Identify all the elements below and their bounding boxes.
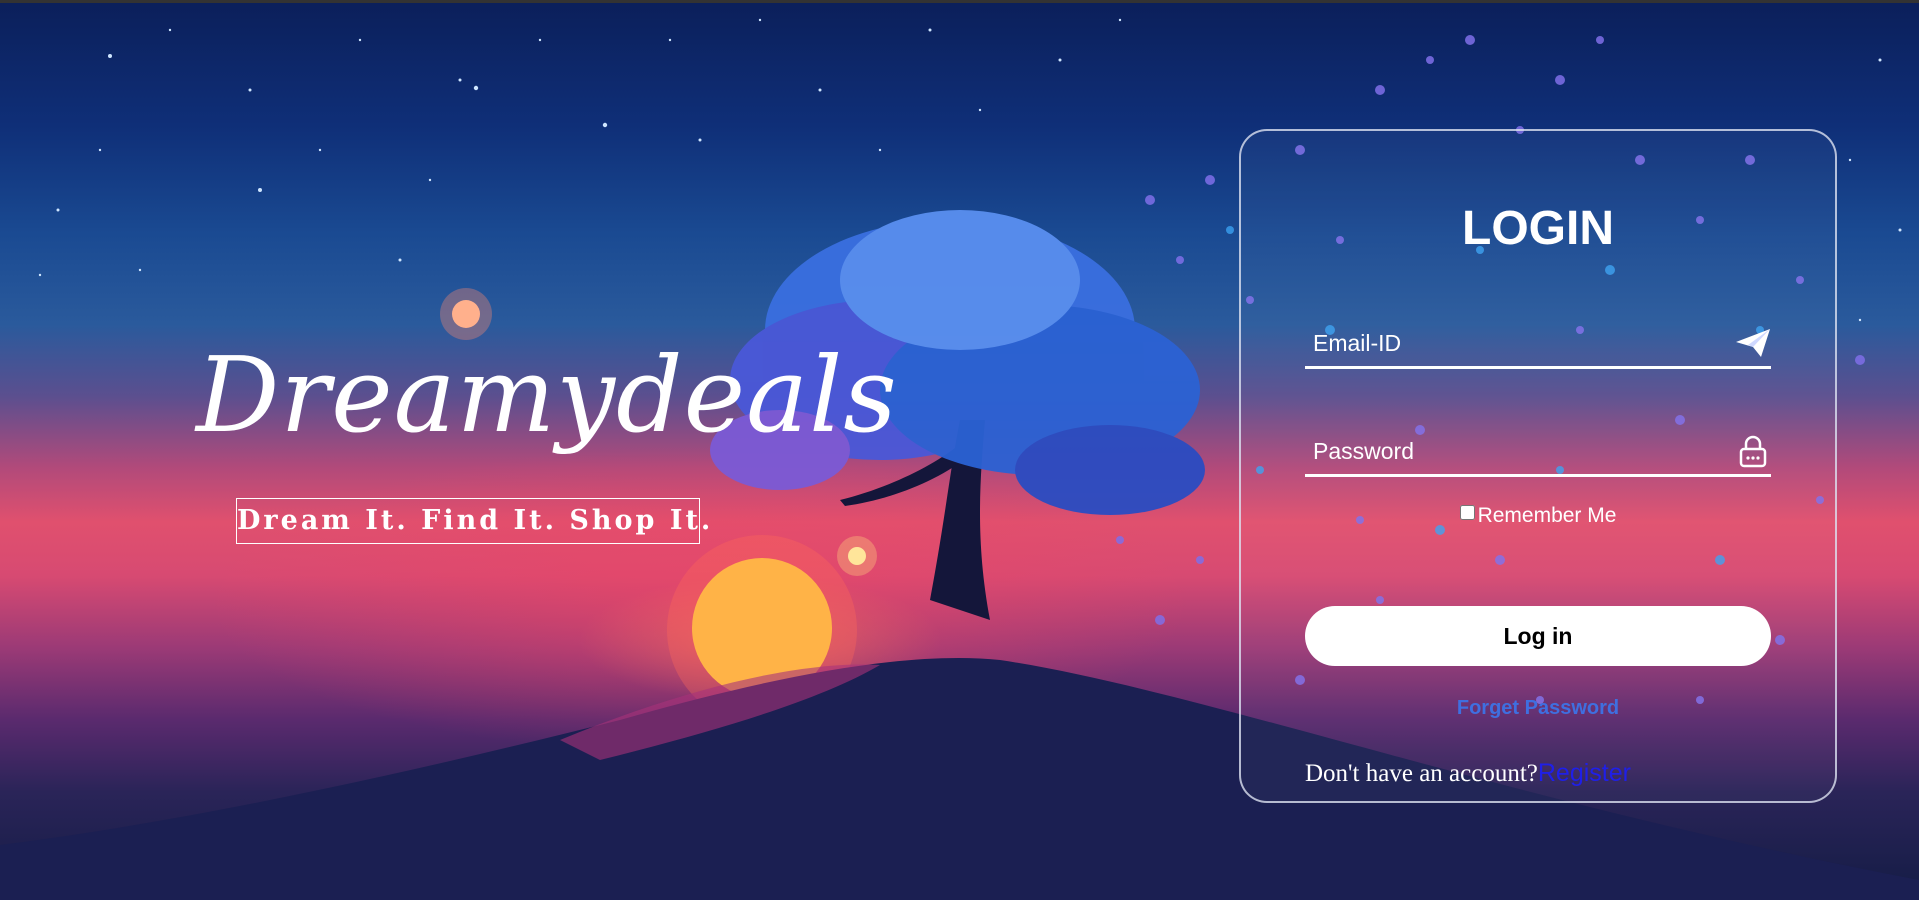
email-field-group xyxy=(1305,320,1771,369)
lock-icon xyxy=(1735,434,1771,468)
register-row: Don't have an account?Register xyxy=(1305,758,1631,789)
register-link[interactable]: Register xyxy=(1538,759,1631,787)
login-page: Dreamydeals Dream It. Find It. Shop It. … xyxy=(0,0,1919,900)
password-field-group xyxy=(1305,428,1771,477)
register-prompt: Don't have an account? xyxy=(1305,760,1538,787)
remember-me-checkbox[interactable] xyxy=(1459,505,1475,520)
email-input[interactable] xyxy=(1305,320,1705,366)
forgot-password-link[interactable]: Forget Password xyxy=(1241,697,1835,720)
login-form: LOGIN Remem xyxy=(1239,129,1837,803)
password-input[interactable] xyxy=(1305,428,1705,474)
login-button[interactable]: Log in xyxy=(1305,606,1771,666)
brand-title: Dreamydeals xyxy=(196,334,898,456)
remember-me-row: Remember Me xyxy=(1241,503,1835,529)
brand-tagline: Dream It. Find It. Shop It. xyxy=(236,498,710,544)
login-heading: LOGIN xyxy=(1462,202,1614,255)
paper-plane-icon xyxy=(1735,326,1771,360)
remember-me-label: Remember Me xyxy=(1477,504,1617,527)
